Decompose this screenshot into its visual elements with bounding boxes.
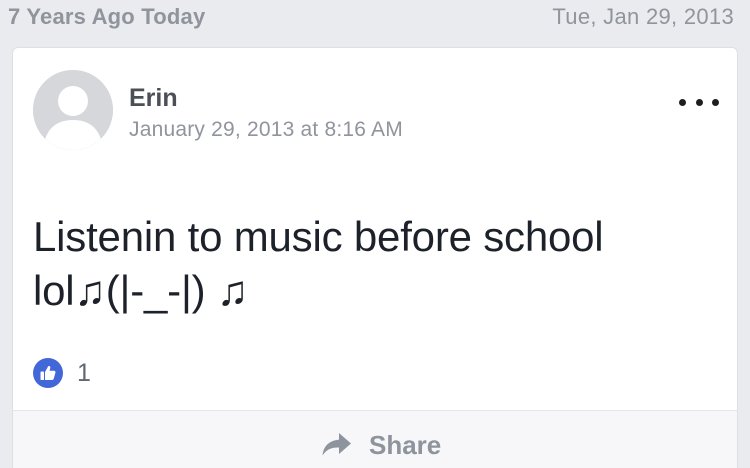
- more-options-icon[interactable]: [679, 90, 719, 114]
- profile-avatar[interactable]: [33, 70, 113, 150]
- like-icon: [33, 358, 63, 388]
- like-count: 1: [77, 358, 91, 387]
- more-dot: [712, 98, 719, 106]
- memory-header: 7 Years Ago Today Tue, Jan 29, 2013: [0, 0, 750, 44]
- reactions-summary[interactable]: 1: [33, 358, 91, 388]
- post-timestamp[interactable]: January 29, 2013 at 8:16 AM: [129, 118, 403, 142]
- memory-date: Tue, Jan 29, 2013: [552, 4, 734, 29]
- share-label: Share: [369, 429, 442, 460]
- action-bar: Share: [13, 411, 737, 468]
- share-button[interactable]: Share: [321, 425, 441, 465]
- post-author[interactable]: Erin: [129, 84, 178, 113]
- post-text-line-2: lol♫(|-_-|) ♫: [33, 267, 249, 314]
- post-text: Listenin to music before school lol♫(|-_…: [33, 210, 713, 318]
- share-arrow-icon: [322, 433, 351, 456]
- post-card: Erin January 29, 2013 at 8:16 AM Listeni…: [12, 47, 738, 468]
- memory-page: 7 Years Ago Today Tue, Jan 29, 2013 Erin…: [0, 0, 750, 468]
- more-dot: [695, 98, 703, 106]
- more-dot: [679, 98, 686, 106]
- memory-title: 7 Years Ago Today: [8, 4, 206, 29]
- default-profile-avatar-icon: [33, 70, 113, 150]
- post-text-line-1: Listenin to music before school: [33, 213, 604, 260]
